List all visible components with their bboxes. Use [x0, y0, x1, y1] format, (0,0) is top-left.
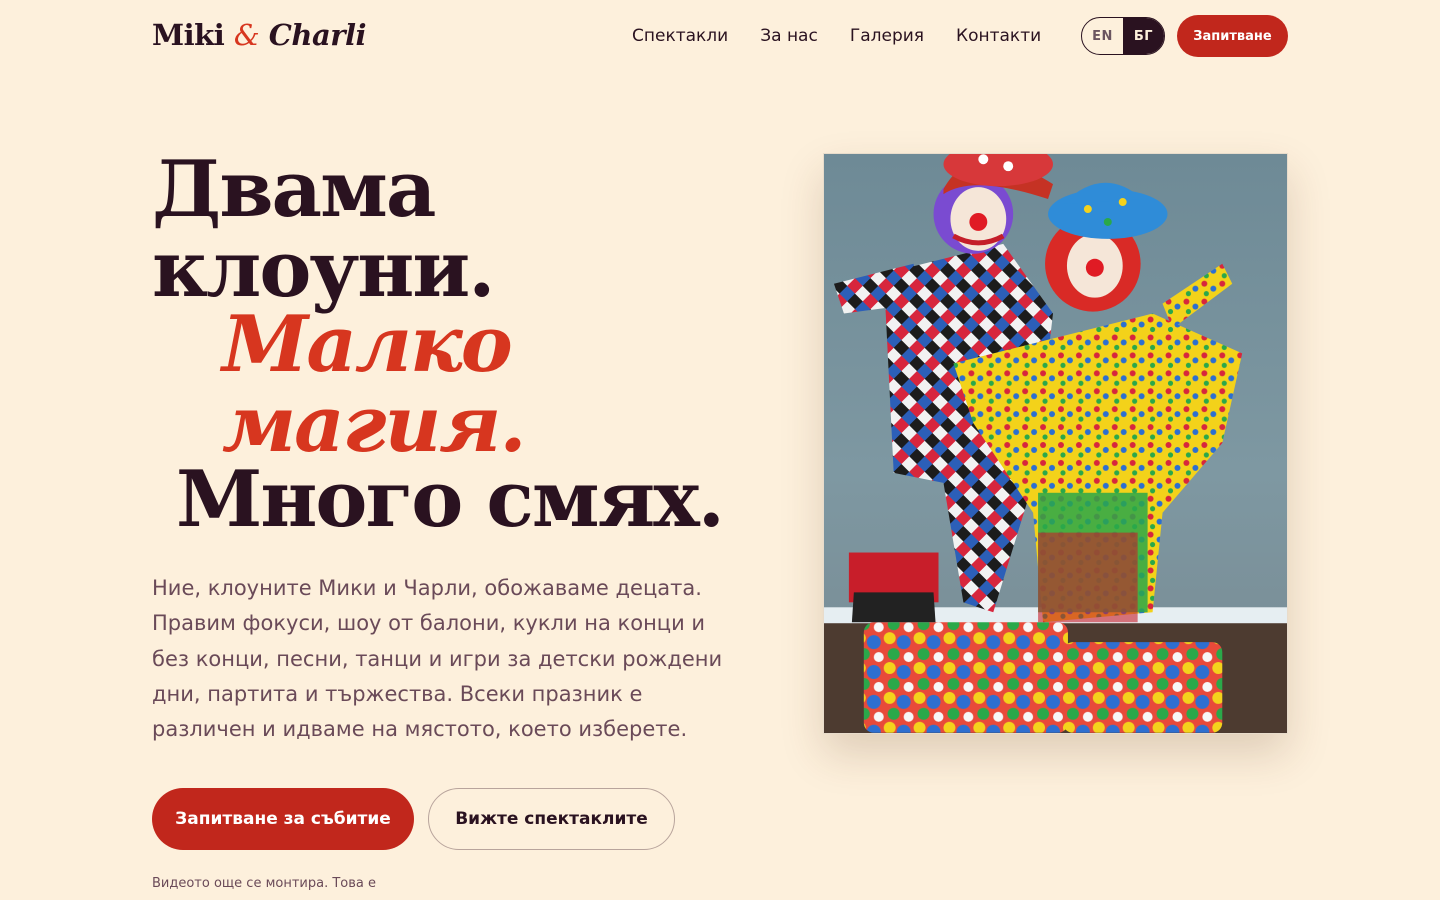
headline-line-5: Много смях. — [176, 454, 725, 545]
view-shows-button[interactable]: Вижте спектаклите — [428, 788, 675, 850]
event-inquiry-button[interactable]: Запитване за събитие — [152, 788, 414, 850]
brand-name-miki: Miki — [152, 18, 225, 52]
nav-item-gallery[interactable]: Галерия — [850, 24, 924, 48]
brand-name-charli: Charli — [268, 18, 367, 52]
language-switcher: EN БГ — [1081, 17, 1165, 55]
brand-ampersand: & — [233, 18, 260, 52]
clowns-illustration — [824, 154, 1287, 733]
nav-item-about[interactable]: За нас — [760, 24, 818, 48]
video-note: Видеото още се монтира. Това е — [152, 876, 376, 891]
nav-item-shows[interactable]: Спектакли — [632, 24, 728, 48]
nav-item-contacts[interactable]: Контакти — [956, 24, 1041, 48]
page: Miki & Charli Спектакли За нас Галерия К… — [0, 0, 1440, 900]
clowns-photo — [823, 153, 1288, 734]
inquiry-button[interactable]: Запитване — [1177, 15, 1288, 57]
lang-bg-button[interactable]: БГ — [1123, 18, 1164, 54]
main-nav: Спектакли За нас Галерия Контакти — [632, 24, 1041, 48]
lang-en-button[interactable]: EN — [1082, 18, 1123, 54]
brand-logo[interactable]: Miki & Charli — [152, 16, 367, 54]
hero-description: Ние, клоуните Мики и Чарли, обожаваме де… — [152, 576, 723, 742]
